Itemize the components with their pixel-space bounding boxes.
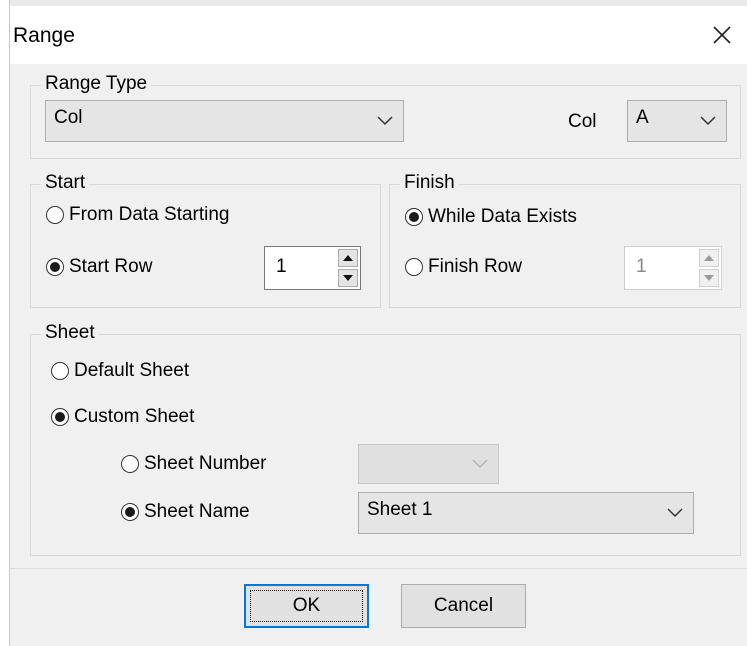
sheet-name-radio[interactable]: Sheet Name	[121, 501, 250, 523]
radio-indicator	[405, 258, 423, 276]
finish-row-up-button[interactable]	[699, 249, 719, 267]
triangle-down-icon	[704, 275, 714, 281]
finish-row-value: 1	[636, 256, 647, 277]
focus-rectangle	[250, 590, 363, 622]
start-legend: Start	[41, 172, 90, 194]
from-data-starting-radio[interactable]: From Data Starting	[46, 204, 230, 226]
close-button[interactable]	[705, 18, 739, 52]
start-row-label: Start Row	[69, 256, 153, 277]
radio-indicator	[121, 455, 139, 473]
radio-indicator	[51, 408, 69, 426]
chevron-down-icon	[377, 116, 393, 126]
start-row-up-button[interactable]	[338, 249, 358, 267]
range-type-value: Col	[54, 107, 83, 128]
sheet-legend: Sheet	[41, 322, 99, 344]
default-sheet-radio[interactable]: Default Sheet	[51, 360, 189, 382]
while-data-exists-radio[interactable]: While Data Exists	[405, 206, 577, 228]
chevron-down-icon	[472, 459, 488, 469]
cancel-button-label: Cancel	[433, 595, 494, 616]
sheet-number-label: Sheet Number	[144, 453, 267, 474]
ok-button[interactable]: OK	[244, 584, 369, 628]
custom-sheet-label: Custom Sheet	[74, 406, 195, 427]
radio-indicator	[46, 206, 64, 224]
start-row-down-button[interactable]	[338, 269, 358, 287]
col-dropdown[interactable]: A	[627, 100, 727, 142]
sheet-name-label: Sheet Name	[144, 501, 250, 522]
finish-row-down-button[interactable]	[699, 269, 719, 287]
sheet-number-dropdown[interactable]	[358, 444, 499, 484]
custom-sheet-radio[interactable]: Custom Sheet	[51, 406, 194, 428]
range-type-legend: Range Type	[41, 73, 152, 95]
chevron-down-icon	[667, 508, 683, 518]
col-value: A	[636, 107, 649, 128]
triangle-up-icon	[343, 255, 353, 261]
sheet-number-radio[interactable]: Sheet Number	[121, 453, 267, 475]
sheet-name-value: Sheet 1	[367, 499, 433, 520]
cancel-button[interactable]: Cancel	[401, 584, 526, 628]
start-row-radio[interactable]: Start Row	[46, 256, 152, 278]
finish-legend: Finish	[400, 172, 459, 194]
radio-indicator	[121, 503, 139, 521]
while-data-exists-label: While Data Exists	[428, 206, 577, 227]
window-title: Range	[13, 24, 75, 47]
radio-indicator	[46, 258, 64, 276]
default-sheet-label: Default Sheet	[74, 360, 190, 381]
finish-row-radio[interactable]: Finish Row	[405, 256, 522, 278]
chevron-down-icon	[700, 116, 716, 126]
from-data-starting-label: From Data Starting	[69, 204, 230, 225]
finish-row-spinner[interactable]: 1	[624, 246, 722, 290]
radio-indicator	[405, 208, 423, 226]
button-area-separator	[10, 568, 747, 569]
triangle-down-icon	[343, 275, 353, 281]
triangle-up-icon	[704, 255, 714, 261]
sheet-name-dropdown[interactable]: Sheet 1	[358, 492, 694, 534]
close-icon	[713, 26, 731, 44]
start-row-spinner[interactable]: 1	[264, 246, 361, 290]
title-bar: Range	[10, 6, 747, 64]
start-row-value: 1	[276, 256, 287, 277]
dialog-left-border	[9, 0, 10, 646]
radio-indicator	[51, 362, 69, 380]
finish-row-label: Finish Row	[428, 256, 522, 277]
col-label: Col	[568, 111, 597, 132]
range-type-dropdown[interactable]: Col	[45, 100, 404, 142]
